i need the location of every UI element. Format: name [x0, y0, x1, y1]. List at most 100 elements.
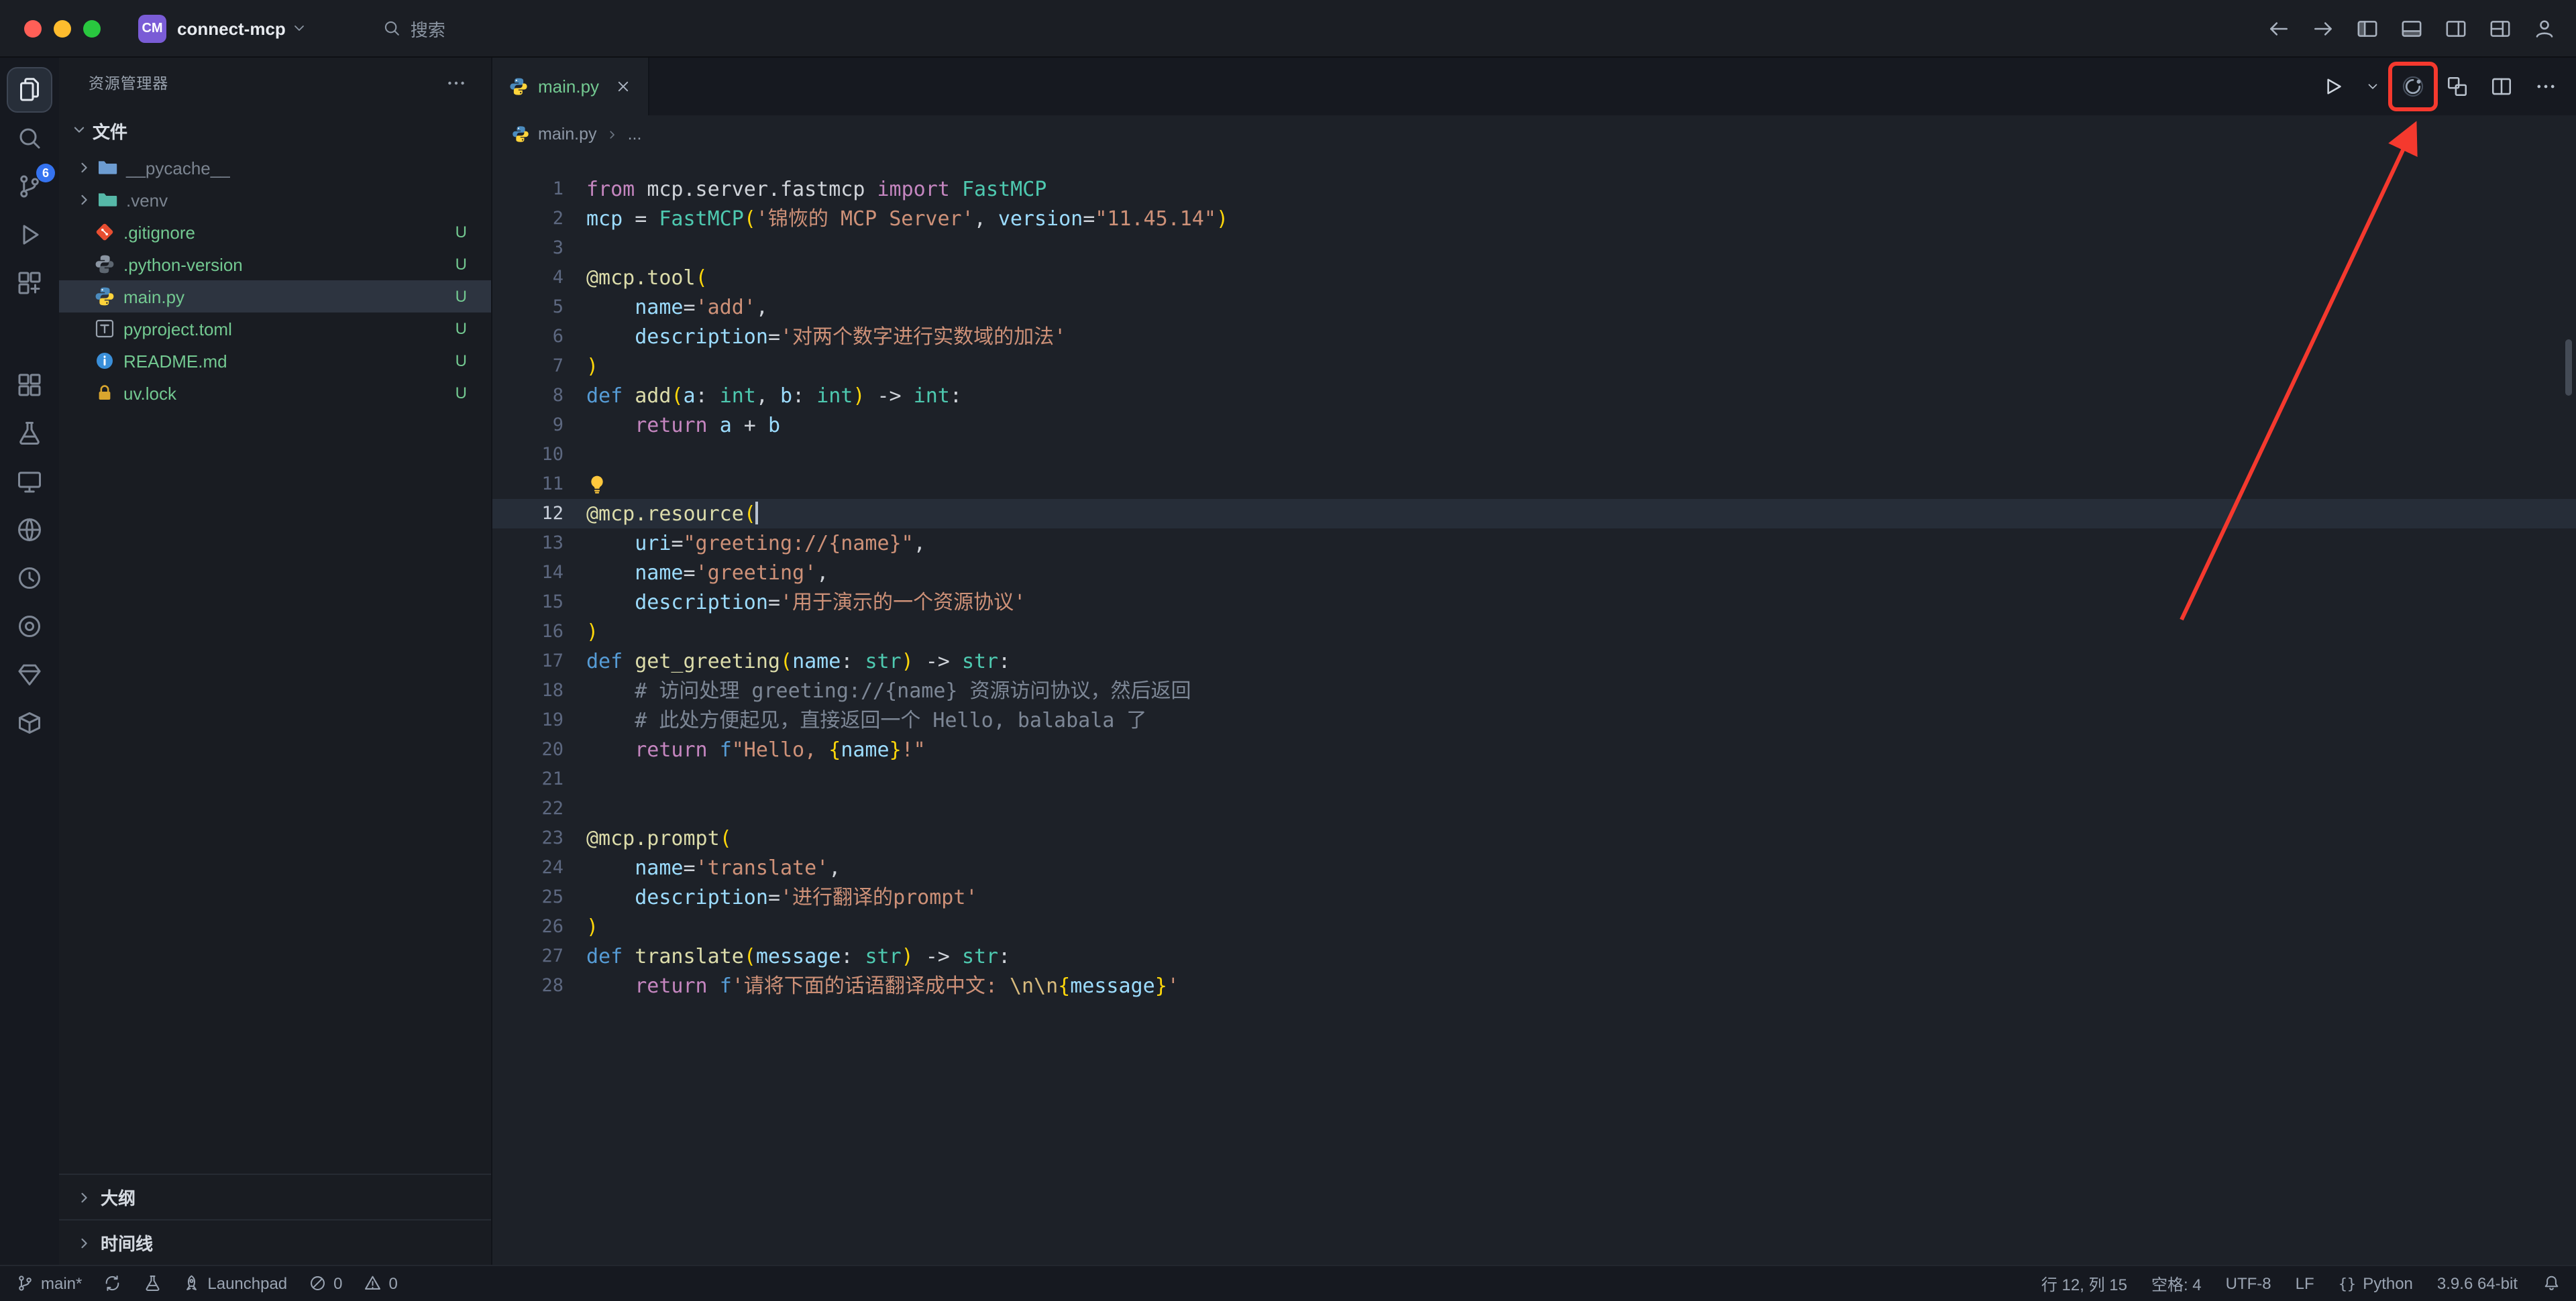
line-number[interactable]: 1: [492, 174, 564, 204]
window-minimize-button[interactable]: [54, 19, 71, 37]
line-number[interactable]: 10: [492, 440, 564, 469]
status-errors[interactable]: 0: [309, 1274, 342, 1293]
line-number[interactable]: 3: [492, 233, 564, 263]
code-line-28[interactable]: 28 return f'请将下面的话语翻译成中文: \n\n{message}': [492, 971, 2576, 1001]
code-line-8[interactable]: 8def add(a: int, b: int) -> int:: [492, 381, 2576, 410]
window-close-button[interactable]: [24, 19, 42, 37]
file-row-.gitignore[interactable]: .gitignoreU: [59, 216, 491, 248]
files-section-header[interactable]: 文件: [59, 109, 491, 152]
activity-item-run-target[interactable]: [4, 602, 55, 650]
code-line-22[interactable]: 22: [492, 794, 2576, 824]
code-line-19[interactable]: 19 # 此处方便起见，直接返回一个 Hello, balabala 了: [492, 705, 2576, 735]
line-number[interactable]: 26: [492, 912, 564, 942]
status-notifications[interactable]: [2542, 1275, 2560, 1293]
status-interpreter[interactable]: 3.9.6 64-bit: [2437, 1274, 2518, 1293]
lightbulb-icon[interactable]: [586, 472, 608, 496]
window-zoom-button[interactable]: [83, 19, 101, 37]
activity-item-run-and-debug[interactable]: [4, 211, 55, 259]
run-dropdown-button[interactable]: [2365, 79, 2380, 94]
layout-panel-button[interactable]: [2392, 10, 2430, 48]
line-number[interactable]: 22: [492, 794, 564, 824]
layout-sidebar-left-button[interactable]: [2348, 10, 2385, 48]
activity-item-gem-tool[interactable]: [4, 650, 55, 699]
code-line-20[interactable]: 20 return f"Hello, {name}!": [492, 735, 2576, 765]
code-line-27[interactable]: 27def translate(message: str) -> str:: [492, 942, 2576, 971]
line-number[interactable]: 17: [492, 646, 564, 676]
status-launchpad[interactable]: Launchpad: [182, 1274, 287, 1293]
scrollbar-thumb[interactable]: [2565, 339, 2572, 396]
code-line-15[interactable]: 15 description='用于演示的一个资源协议': [492, 587, 2576, 617]
more-actions-icon[interactable]: [445, 72, 467, 94]
breadcrumb-file[interactable]: main.py: [538, 125, 597, 144]
code-line-17[interactable]: 17def get_greeting(name: str) -> str:: [492, 646, 2576, 676]
account-button[interactable]: [2525, 10, 2563, 48]
line-number[interactable]: 23: [492, 824, 564, 853]
code-line-4[interactable]: 4@mcp.tool(: [492, 263, 2576, 292]
code-line-10[interactable]: 10: [492, 440, 2576, 469]
line-number[interactable]: 4: [492, 263, 564, 292]
code-line-25[interactable]: 25 description='进行翻译的prompt': [492, 883, 2576, 912]
activity-item-remote-explorer[interactable]: [4, 457, 55, 506]
code-line-5[interactable]: 5 name='add',: [492, 292, 2576, 322]
line-number[interactable]: 21: [492, 765, 564, 794]
code-line-24[interactable]: 24 name='translate',: [492, 853, 2576, 883]
more-actions-button[interactable]: [2534, 75, 2557, 98]
line-number[interactable]: 16: [492, 617, 564, 646]
run-button[interactable]: [2321, 75, 2344, 98]
file-row-.venv[interactable]: .venv: [59, 184, 491, 216]
line-number[interactable]: 14: [492, 558, 564, 587]
line-number[interactable]: 6: [492, 322, 564, 351]
code-line-2[interactable]: 2mcp = FastMCP('锦恢的 MCP Server', version…: [492, 204, 2576, 233]
code-line-12[interactable]: 12@mcp.resource(: [492, 499, 2576, 528]
code-line-11[interactable]: 11: [492, 469, 2576, 499]
line-number[interactable]: 11: [492, 469, 564, 499]
status-branch[interactable]: main*: [16, 1274, 82, 1293]
activity-item-apps-grid[interactable]: [4, 361, 55, 409]
arrow-right-button[interactable]: [2304, 10, 2341, 48]
line-number[interactable]: 27: [492, 942, 564, 971]
status-warnings[interactable]: 0: [364, 1274, 398, 1293]
status-sync[interactable]: [103, 1275, 121, 1293]
code-line-23[interactable]: 23@mcp.prompt(: [492, 824, 2576, 853]
file-row-.python-version[interactable]: .python-versionU: [59, 248, 491, 280]
outline-section[interactable]: 大纲: [59, 1174, 491, 1219]
code-line-14[interactable]: 14 name='greeting',: [492, 558, 2576, 587]
line-number[interactable]: 8: [492, 381, 564, 410]
code-line-3[interactable]: 3: [492, 233, 2576, 263]
file-row-pyproject.toml[interactable]: pyproject.tomlU: [59, 313, 491, 345]
layout-sidebar-right-button[interactable]: [2436, 10, 2474, 48]
timeline-section[interactable]: 时间线: [59, 1219, 491, 1265]
line-number[interactable]: 15: [492, 587, 564, 617]
line-number[interactable]: 20: [492, 735, 564, 765]
activity-item-timeline-history[interactable]: [4, 554, 55, 602]
status-cursor-position[interactable]: 行 12, 列 15: [2041, 1272, 2127, 1295]
file-row-uv.lock[interactable]: uv.lockU: [59, 377, 491, 409]
open-changes-button[interactable]: [2446, 75, 2469, 98]
line-number[interactable]: 2: [492, 204, 564, 233]
code-line-1[interactable]: 1from mcp.server.fastmcp import FastMCP: [492, 174, 2576, 204]
code-line-21[interactable]: 21: [492, 765, 2576, 794]
file-row-__pycache__[interactable]: __pycache__: [59, 152, 491, 184]
line-number[interactable]: 5: [492, 292, 564, 322]
activity-item-explorer[interactable]: [7, 67, 52, 113]
breadcrumb-more[interactable]: ...: [628, 125, 642, 144]
activity-item-testing[interactable]: [4, 409, 55, 457]
activity-item-extensions[interactable]: [4, 259, 55, 307]
activity-item-search[interactable]: [4, 114, 55, 162]
arrow-left-button[interactable]: [2259, 10, 2297, 48]
line-number[interactable]: 9: [492, 410, 564, 440]
status-encoding[interactable]: UTF-8: [2226, 1274, 2271, 1293]
status-experiments[interactable]: [143, 1275, 161, 1293]
split-editor-button[interactable]: [2490, 75, 2513, 98]
global-search[interactable]: 搜索: [382, 15, 445, 41]
openmcp-button[interactable]: [2402, 75, 2424, 98]
file-row-main.py[interactable]: main.pyU: [59, 280, 491, 313]
close-icon[interactable]: [614, 78, 631, 95]
code-line-16[interactable]: 16): [492, 617, 2576, 646]
line-number[interactable]: 18: [492, 676, 564, 705]
status-language[interactable]: {}Python: [2339, 1274, 2413, 1293]
code-line-6[interactable]: 6 description='对两个数字进行实数域的加法': [492, 322, 2576, 351]
status-indentation[interactable]: 空格: 4: [2151, 1272, 2202, 1295]
file-row-README.md[interactable]: README.mdU: [59, 345, 491, 377]
code-line-9[interactable]: 9 return a + b: [492, 410, 2576, 440]
